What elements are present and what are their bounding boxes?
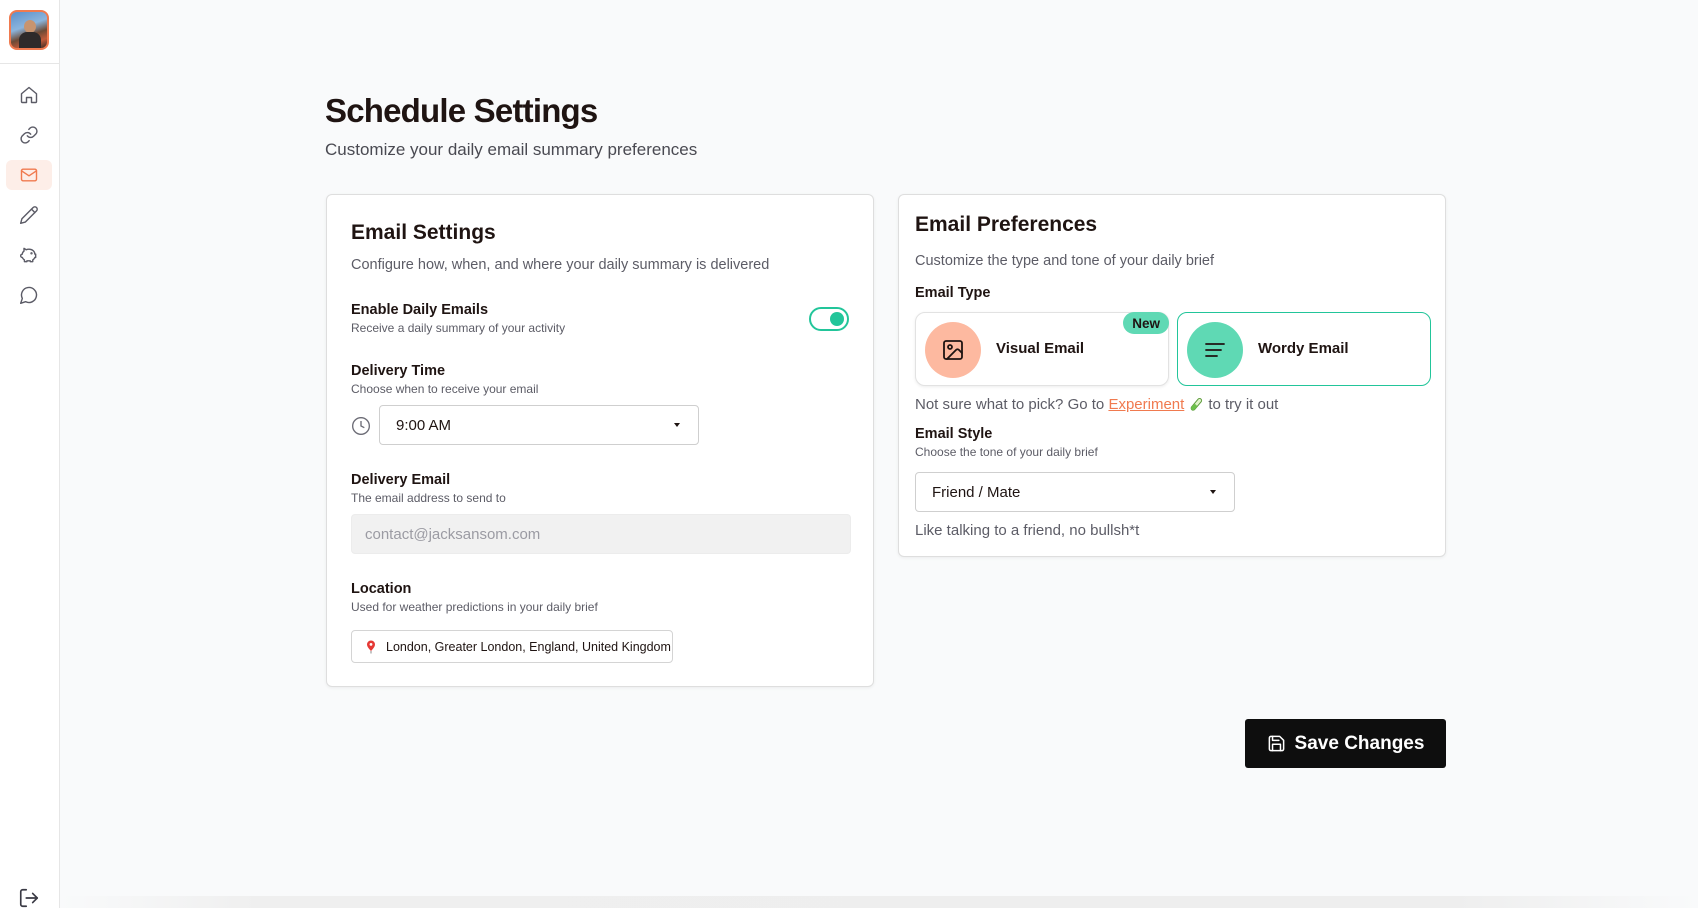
delivery-email-field[interactable]: contact@jacksansom.com xyxy=(351,514,851,554)
email-style-value: Friend / Mate xyxy=(932,483,1021,501)
delivery-time-value: 9:00 AM xyxy=(396,416,452,434)
sidebar-item-email[interactable] xyxy=(6,160,52,190)
logout-button[interactable] xyxy=(17,888,41,908)
page-subtitle: Customize your daily email summary prefe… xyxy=(325,140,698,159)
email-type-label: Email Type xyxy=(915,285,991,301)
email-style-select[interactable]: Friend / Mate xyxy=(915,472,1235,512)
email-preferences-description: Customize the type and tone of your dail… xyxy=(915,253,1215,269)
delivery-time-label: Delivery Time xyxy=(351,363,446,379)
delivery-email-label: Delivery Email xyxy=(351,472,451,488)
visual-email-label: Visual Email xyxy=(996,340,1085,357)
email-settings-description: Configure how, when, and where your dail… xyxy=(351,257,770,273)
email-style-description: Like talking to a friend, no bullsh*t xyxy=(915,522,1140,539)
page-title: Schedule Settings xyxy=(325,92,598,129)
toggle-knob xyxy=(830,312,844,326)
delivery-email-placeholder: contact@jacksansom.com xyxy=(365,525,541,543)
delivery-time-select[interactable]: 9:00 AM xyxy=(379,405,699,445)
wordy-email-label: Wordy Email xyxy=(1258,340,1349,357)
visual-email-icon-circle xyxy=(925,322,981,378)
enable-emails-toggle[interactable] xyxy=(809,307,849,331)
hint-suffix: to try it out xyxy=(1208,396,1279,413)
delivery-time-help: Choose when to receive your email xyxy=(351,382,539,396)
image-icon xyxy=(943,340,963,360)
location-help: Used for weather predictions in your dai… xyxy=(351,600,598,614)
wordy-email-icon-circle xyxy=(1187,322,1243,378)
test-tube-icon xyxy=(1190,397,1203,411)
location-input[interactable]: London, Greater London, England, United … xyxy=(351,630,673,663)
logout-icon xyxy=(19,888,39,908)
email-style-label: Email Style xyxy=(915,426,993,442)
piggy-bank-icon xyxy=(19,247,37,263)
experiment-link[interactable]: Experiment xyxy=(1108,396,1184,413)
sidebar-item-savings[interactable] xyxy=(6,240,52,270)
save-changes-button[interactable]: Save Changes xyxy=(1245,719,1446,768)
sidebar-item-links[interactable] xyxy=(6,120,52,150)
link-icon xyxy=(20,126,38,144)
save-changes-label: Save Changes xyxy=(1294,732,1425,754)
delivery-email-help: The email address to send to xyxy=(351,491,506,505)
pencil-icon xyxy=(19,206,38,225)
email-settings-card: Email Settings Configure how, when, and … xyxy=(326,194,874,687)
sidebar-item-write[interactable] xyxy=(6,200,52,230)
email-settings-title: Email Settings xyxy=(351,221,496,244)
experiment-hint: Not sure what to pick? Go to Experiment t… xyxy=(915,396,1278,413)
email-style-help: Choose the tone of your daily brief xyxy=(915,445,1098,459)
sidebar xyxy=(0,0,60,908)
text-lines-icon xyxy=(1205,343,1225,357)
avatar-body xyxy=(19,32,41,48)
save-icon xyxy=(1268,735,1284,752)
location-value: London, Greater London, England, United … xyxy=(386,639,671,654)
visual-email-option[interactable]: Visual Email New xyxy=(915,312,1169,386)
wordy-email-option[interactable]: Wordy Email xyxy=(1177,312,1431,386)
location-label: Location xyxy=(351,581,412,597)
sidebar-item-home[interactable] xyxy=(6,80,52,110)
mail-icon xyxy=(20,168,38,182)
chevron-down-icon xyxy=(674,423,680,427)
enable-emails-label: Enable Daily Emails xyxy=(351,302,489,318)
email-preferences-card: Email Preferences Customize the type and… xyxy=(898,194,1446,557)
sidebar-item-chat[interactable] xyxy=(6,280,52,310)
home-icon xyxy=(20,86,38,104)
map-pin-icon xyxy=(367,640,375,653)
hint-prefix: Not sure what to pick? Go to xyxy=(915,396,1105,413)
user-avatar[interactable] xyxy=(9,10,49,50)
new-badge: New xyxy=(1123,312,1169,334)
email-preferences-title: Email Preferences xyxy=(915,213,1098,236)
chevron-down-icon xyxy=(1210,490,1216,494)
clock-icon xyxy=(351,416,371,436)
chat-icon xyxy=(19,286,38,305)
sidebar-divider xyxy=(0,63,60,64)
enable-emails-help: Receive a daily summary of your activity xyxy=(351,321,566,335)
bottom-scroll-shadow xyxy=(60,896,1698,908)
